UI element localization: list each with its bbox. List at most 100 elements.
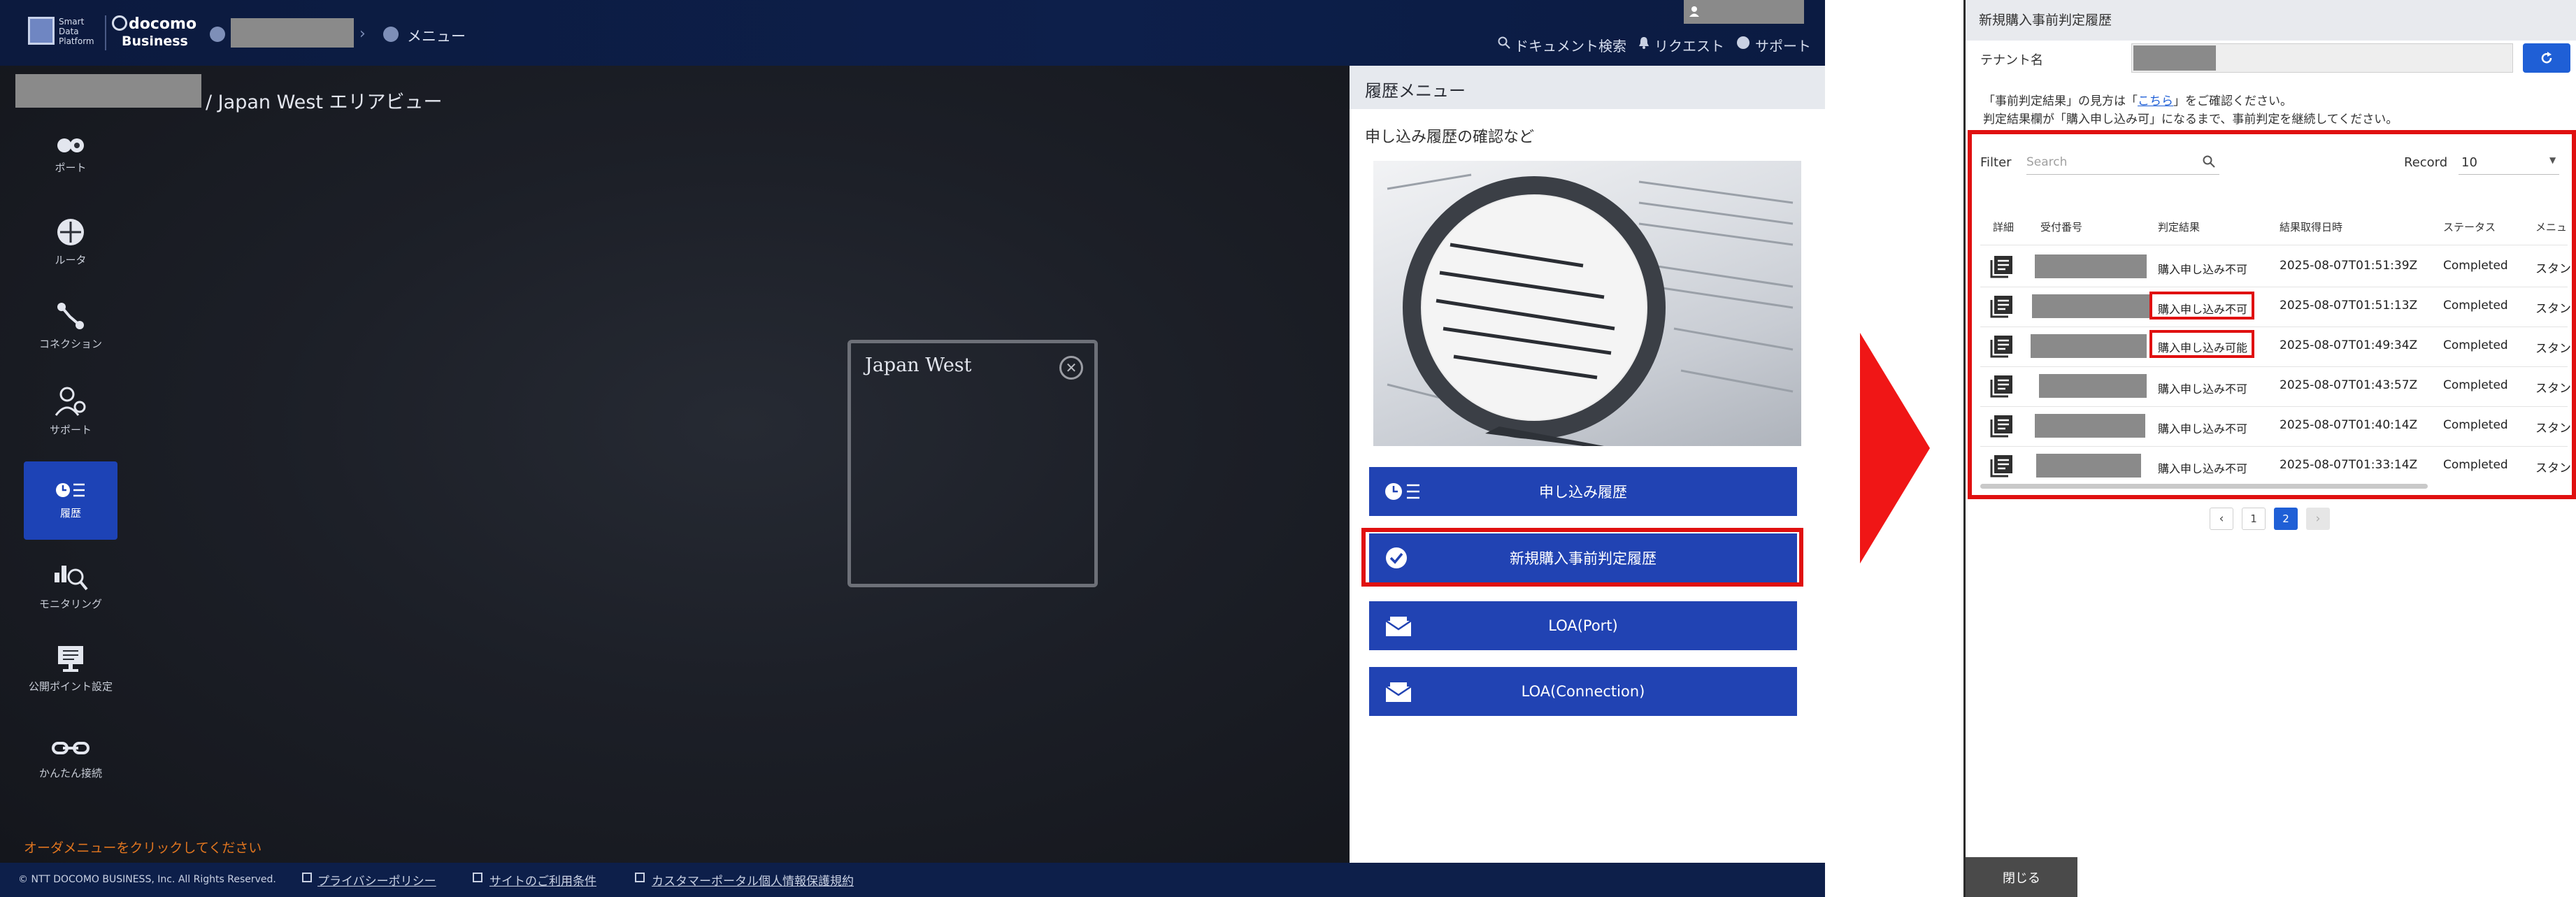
detail-icon[interactable]	[1990, 336, 2014, 358]
region-card[interactable]: Japan West ✕	[847, 340, 1098, 587]
note-line-2: 判定結果欄が「購入申し込み可」になるまで、事前判定を継続してください。	[1983, 113, 2398, 127]
datetime-cell: 2025-08-07T01:43:57Z	[2280, 378, 2418, 392]
table-row[interactable]: 購入申し込み不可 2025-08-07T01:43:57Z Completed …	[1980, 367, 2571, 406]
support-link[interactable]: サポート	[1755, 35, 1811, 55]
detail-icon[interactable]	[1990, 296, 2014, 318]
datetime-cell: 2025-08-07T01:51:13Z	[2280, 299, 2418, 313]
close-icon[interactable]: ✕	[1059, 356, 1083, 380]
user-icon	[1689, 6, 1699, 17]
loa-connection-button[interactable]: LOA(Connection)	[1369, 667, 1797, 716]
breadcrumb-menu[interactable]: メニュー	[407, 25, 466, 46]
request-link[interactable]: リクエスト	[1654, 35, 1724, 55]
detail-icon[interactable]	[1990, 375, 2014, 398]
link-icon	[302, 873, 312, 882]
sidebar-item-label: サポート	[49, 423, 92, 436]
status-cell: Completed	[2443, 378, 2508, 392]
app-screenshot: Smart Data Platform docomo Business › メニュー…	[0, 0, 1825, 897]
monitoring-icon	[55, 565, 88, 590]
pagination-page-current[interactable]: 2	[2274, 508, 2298, 530]
application-history-button[interactable]: 申し込み履歴	[1369, 467, 1797, 516]
result-cell: 購入申し込み不可	[2158, 382, 2248, 396]
datetime-cell: 2025-08-07T01:51:39Z	[2280, 259, 2418, 273]
link-icon	[635, 873, 645, 882]
history-list-icon	[1384, 481, 1421, 502]
sidebar-item-router[interactable]: ルータ	[24, 203, 117, 281]
magnifier-photo	[1373, 161, 1801, 446]
column-header: 結果取得日時	[2280, 221, 2343, 234]
sidebar-item-connection[interactable]: コネクション	[24, 287, 117, 365]
monitor-icon	[58, 645, 83, 672]
result-cell: 購入申し込み不可	[2158, 462, 2248, 475]
table-body: 購入申し込み不可 2025-08-07T01:51:39Z Completed …	[1980, 247, 2571, 486]
sidebar-item-label: コネクション	[38, 337, 102, 350]
pagination-next[interactable]: ›	[2306, 508, 2330, 530]
column-header: 詳細	[1993, 221, 2015, 234]
status-cell: Completed	[2443, 299, 2508, 313]
loa-port-button[interactable]: LOA(Port)	[1369, 601, 1797, 650]
tenant-name-redacted[interactable]	[231, 18, 354, 48]
status-cell: Completed	[2443, 418, 2508, 432]
refresh-button[interactable]	[2523, 43, 2570, 73]
detail-icon[interactable]	[1990, 415, 2014, 438]
region-card-title: Japan West	[865, 354, 972, 376]
personal-info-policy-link[interactable]: カスタマーポータル個人情報保護規約	[652, 871, 854, 889]
dialog-title: 新規購入事前判定履歴	[1979, 13, 2112, 28]
record-label: Record	[2404, 155, 2448, 170]
pre-judgment-history-button[interactable]: 新規購入事前判定履歴	[1369, 533, 1797, 582]
result-cell: 購入申し込み不可	[2158, 303, 2248, 316]
table-row[interactable]: 購入申し込み不可 2025-08-07T01:40:14Z Completed …	[1980, 407, 2571, 446]
table-row[interactable]: 購入申し込み可能 2025-08-07T01:49:34Z Completed …	[1980, 327, 2571, 366]
record-value: 10	[2461, 155, 2477, 170]
support-icon	[55, 387, 86, 416]
history-panel-subtitle: 申し込み履歴の確認など	[1365, 129, 1535, 146]
pagination-prev[interactable]: ‹	[2210, 508, 2233, 530]
sidebar-item-easy-connect[interactable]: かんたん接続	[24, 719, 117, 797]
tenant-title-redacted	[15, 74, 201, 108]
pagination-page[interactable]: 1	[2242, 508, 2266, 530]
sidebar-item-label: ルータ	[55, 253, 87, 266]
sidebar-item-public-point[interactable]: 公開ポイント設定	[24, 629, 117, 708]
sidebar-item-label: かんたん接続	[38, 766, 102, 780]
privacy-policy-link[interactable]: プライバシーポリシー	[317, 871, 436, 889]
datetime-cell: 2025-08-07T01:40:14Z	[2280, 418, 2418, 432]
brand-sub: Business	[122, 34, 188, 49]
terms-link[interactable]: サイトのご利用条件	[489, 871, 596, 889]
user-menu[interactable]	[1684, 0, 1804, 24]
record-select[interactable]: 10 ▼	[2459, 150, 2559, 175]
tenant-name-field[interactable]	[2131, 43, 2513, 73]
status-cell: Completed	[2443, 259, 2508, 273]
sidebar-item-port[interactable]: ポート	[24, 116, 117, 194]
sidebar-item-support[interactable]: サポート	[24, 372, 117, 450]
mail-icon	[1384, 615, 1412, 636]
sidebar-item-label: ポート	[55, 161, 87, 174]
status-cell: Completed	[2443, 458, 2508, 472]
table-row[interactable]: 購入申し込み不可 2025-08-07T01:51:39Z Completed …	[1980, 247, 2571, 287]
check-icon	[383, 27, 399, 42]
easy-connect-icon	[52, 741, 90, 754]
detail-icon[interactable]	[1990, 455, 2014, 478]
horizontal-scrollbar[interactable]	[1980, 484, 2428, 489]
check-circle-icon	[1384, 546, 1408, 570]
receipt-number-redacted	[2035, 414, 2145, 438]
close-button[interactable]: 閉じる	[1966, 857, 2077, 897]
sidebar-item-history[interactable]: 履歴	[24, 461, 117, 540]
sidebar-item-monitoring[interactable]: モニタリング	[24, 545, 117, 624]
sidebar: ポート ルータ コネクション サポート 履歴 モニタリング 公開ポイント設定 か…	[0, 112, 140, 853]
refresh-icon	[2541, 52, 2552, 64]
table-row[interactable]: 購入申し込み不可 2025-08-07T01:51:13Z Completed …	[1980, 287, 2571, 326]
search-input[interactable]: Search	[2026, 150, 2219, 175]
area-title: / Japan West エリアビュー	[206, 92, 443, 113]
detail-icon[interactable]	[1990, 256, 2014, 278]
table-row[interactable]: 購入申し込み不可 2025-08-07T01:33:14Z Completed …	[1980, 447, 2571, 486]
column-header: メニュ	[2535, 221, 2568, 234]
docomo-logo-icon	[112, 15, 127, 31]
menu-cell: スタン	[2535, 422, 2571, 436]
note-link[interactable]: こちら	[2138, 94, 2173, 108]
receipt-number-redacted	[2036, 454, 2141, 478]
result-cell: 購入申し込み可能	[2158, 341, 2248, 354]
port-icon	[57, 138, 84, 152]
search-icon	[1498, 36, 1510, 49]
footer: © NTT DOCOMO BUSINESS, Inc. All Rights R…	[0, 863, 1825, 897]
documents-link[interactable]: ドキュメント検索	[1515, 35, 1626, 55]
menu-cell: スタン	[2535, 342, 2571, 356]
